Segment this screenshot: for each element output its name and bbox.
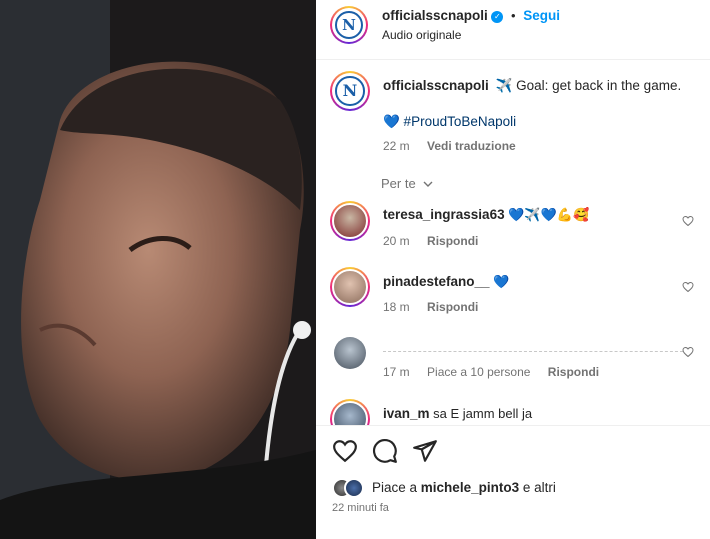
comment-likes[interactable]: Piace a 10 persone: [427, 365, 530, 379]
liked-by-text: Piace a michele_pinto3 e altri: [372, 480, 556, 495]
post-header: N officialsscnapoli ✓ • Segui Audio orig…: [316, 0, 710, 60]
comment-line: ivan_m sa E jamm bell ja: [383, 406, 532, 421]
comment-line: teresa_ingrassia63 💙✈️💙💪🥰: [383, 207, 589, 223]
like-comment-icon[interactable]: [682, 346, 694, 358]
caption-avatar[interactable]: N: [330, 71, 370, 111]
follow-button[interactable]: Segui: [523, 8, 560, 23]
comment-avatar[interactable]: [330, 201, 370, 241]
liked-by-row: Piace a michele_pinto3 e altri: [332, 478, 702, 498]
comment-text: 💙✈️💙💪🥰: [508, 207, 590, 222]
comment-row: ivan_m sa E jamm bell ja: [316, 399, 710, 425]
comments-scroll-area[interactable]: N officialsscnapoli ✈️ Goal: get back in…: [316, 61, 710, 425]
comment-username[interactable]: pinadestefano__: [383, 274, 490, 289]
account-avatar[interactable]: N: [330, 6, 368, 44]
comment-text: 💙: [493, 274, 510, 289]
napoli-logo-icon: N: [335, 11, 363, 39]
comment-meta: 20 m Rispondi: [383, 234, 492, 248]
comment-bubble-icon[interactable]: [372, 438, 398, 464]
caption-time: 22 m: [383, 139, 410, 153]
per-te-label: Per te: [381, 176, 416, 191]
caption-hashtag[interactable]: 💙 #ProudToBeNapoli: [383, 114, 516, 130]
comment-avatar[interactable]: [334, 337, 366, 369]
caption-text: ✈️ Goal: get back in the game.: [495, 78, 682, 93]
comment-row: pinadestefano__ 💙 18 m Rispondi: [316, 267, 710, 322]
like-comment-icon[interactable]: [682, 215, 694, 227]
liked-by-user[interactable]: michele_pinto3: [421, 480, 519, 495]
comment-line: pinadestefano__ 💙: [383, 274, 509, 290]
comment-text: sa E jamm bell ja: [433, 406, 533, 421]
liked-by-prefix: Piace a: [372, 480, 418, 495]
comment-meta: 17 m Piace a 10 persone Rispondi: [383, 365, 613, 379]
like-comment-icon[interactable]: [682, 281, 694, 293]
comment-line: [383, 342, 683, 352]
caption-line: officialsscnapoli ✈️ Goal: get back in t…: [383, 78, 681, 94]
reply-button[interactable]: Rispondi: [427, 300, 478, 314]
translate-link[interactable]: Vedi traduzione: [427, 139, 516, 153]
liker-avatar[interactable]: [344, 478, 364, 498]
post-timestamp[interactable]: 22 minuti fa: [332, 502, 389, 514]
separator-dot: •: [511, 8, 516, 23]
post-side-panel: N officialsscnapoli ✓ • Segui Audio orig…: [316, 0, 710, 539]
comment-time: 20 m: [383, 234, 410, 248]
caption-meta: 22 m Vedi traduzione: [383, 139, 530, 153]
comment-time: 18 m: [383, 300, 410, 314]
liked-by-suffix: e altri: [522, 480, 556, 495]
comment-username[interactable]: teresa_ingrassia63: [383, 207, 505, 222]
photo-illustration: [0, 0, 316, 539]
share-send-icon[interactable]: [412, 438, 438, 464]
post-photo[interactable]: [0, 0, 316, 539]
chevron-down-icon: [423, 176, 433, 191]
like-heart-icon[interactable]: [332, 438, 358, 464]
comment-avatar[interactable]: [330, 267, 370, 307]
comment-username[interactable]: ivan_m: [383, 406, 430, 421]
audio-link[interactable]: Audio originale: [382, 28, 461, 42]
comment-row: 17 m Piace a 10 persone Rispondi: [316, 334, 710, 389]
comment-row: teresa_ingrassia63 💙✈️💙💪🥰 20 m Rispondi: [316, 201, 710, 256]
comment-avatar[interactable]: [330, 399, 370, 425]
napoli-logo-icon: N: [335, 76, 365, 106]
per-te-filter[interactable]: Per te: [381, 176, 433, 191]
comment-meta: 18 m Rispondi: [383, 300, 492, 314]
comment-time: 17 m: [383, 365, 410, 379]
header-title-line: officialsscnapoli ✓ • Segui: [382, 8, 560, 23]
account-username[interactable]: officialsscnapoli: [382, 8, 488, 23]
reply-button[interactable]: Rispondi: [548, 365, 599, 379]
verified-badge-icon: ✓: [491, 10, 504, 23]
caption: N officialsscnapoli ✈️ Goal: get back in…: [316, 71, 710, 161]
reply-button[interactable]: Rispondi: [427, 234, 478, 248]
caption-username[interactable]: officialsscnapoli: [383, 78, 489, 93]
